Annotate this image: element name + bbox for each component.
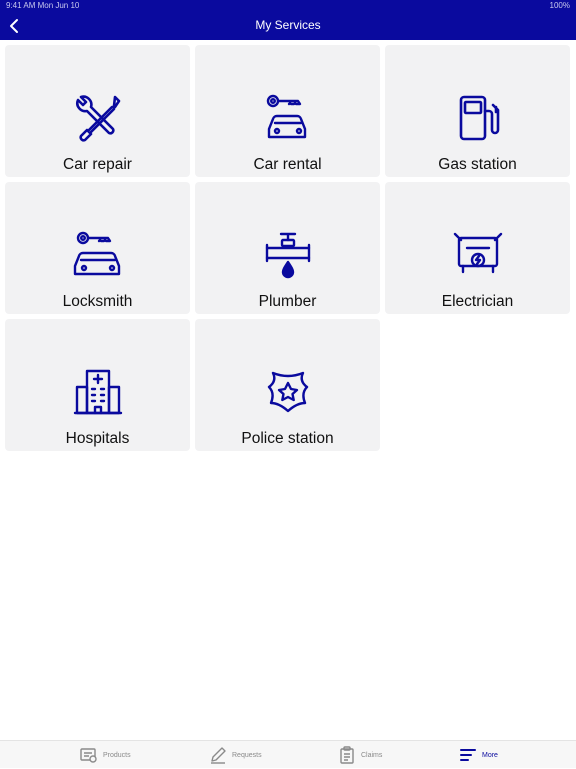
tab-label: Claims <box>361 751 383 759</box>
tab-requests[interactable]: Requests <box>209 741 262 769</box>
tab-bar: Products Requests Claims More <box>0 740 576 768</box>
tab-label: Requests <box>232 751 262 759</box>
service-tile-gas-station[interactable]: Gas station <box>385 45 570 177</box>
wrench-screwdriver-icon <box>76 95 121 142</box>
pencil-icon <box>211 747 226 764</box>
tab-more[interactable]: More <box>459 741 498 769</box>
menu-lines-icon <box>460 749 476 761</box>
fuel-pump-icon <box>459 95 500 141</box>
faucet-icon <box>265 232 311 279</box>
electric-panel-icon <box>453 232 503 274</box>
service-tile-locksmith[interactable]: Locksmith <box>5 182 190 314</box>
police-badge-icon <box>267 371 309 413</box>
service-tile-hospitals[interactable]: Hospitals <box>5 319 190 451</box>
service-label: Car repair <box>63 156 132 173</box>
status-time: 9:41 AM Mon Jun 10 <box>6 1 80 10</box>
service-label: Car rental <box>253 156 322 173</box>
tab-label: Products <box>103 751 131 759</box>
service-label: Plumber <box>258 293 317 310</box>
service-label: Police station <box>241 430 334 447</box>
key-car-icon <box>73 231 121 276</box>
clipboard-icon <box>340 746 354 764</box>
service-tile-plumber[interactable]: Plumber <box>195 182 380 314</box>
service-tile-car-repair[interactable]: Car repair <box>5 45 190 177</box>
navigation-bar: My Services <box>0 12 576 40</box>
service-label: Hospitals <box>65 430 130 447</box>
tab-label: More <box>482 751 498 759</box>
service-label: Gas station <box>438 156 517 173</box>
tab-claims[interactable]: Claims <box>338 741 382 769</box>
hospital-icon <box>73 369 123 415</box>
status-bar: 9:41 AM Mon Jun 10 100% <box>0 0 576 12</box>
tab-products[interactable]: Products <box>80 741 131 769</box>
service-label: Locksmith <box>62 293 133 310</box>
car-key-icon <box>266 94 307 139</box>
page-title: My Services <box>255 18 321 32</box>
status-battery: 100% <box>549 1 570 10</box>
service-label: Electrician <box>441 293 514 310</box>
products-icon <box>80 748 97 763</box>
service-tile-car-rental[interactable]: Car rental <box>195 45 380 177</box>
service-tile-electrician[interactable]: Electrician <box>385 182 570 314</box>
service-tile-police-station[interactable]: Police station <box>195 319 380 451</box>
